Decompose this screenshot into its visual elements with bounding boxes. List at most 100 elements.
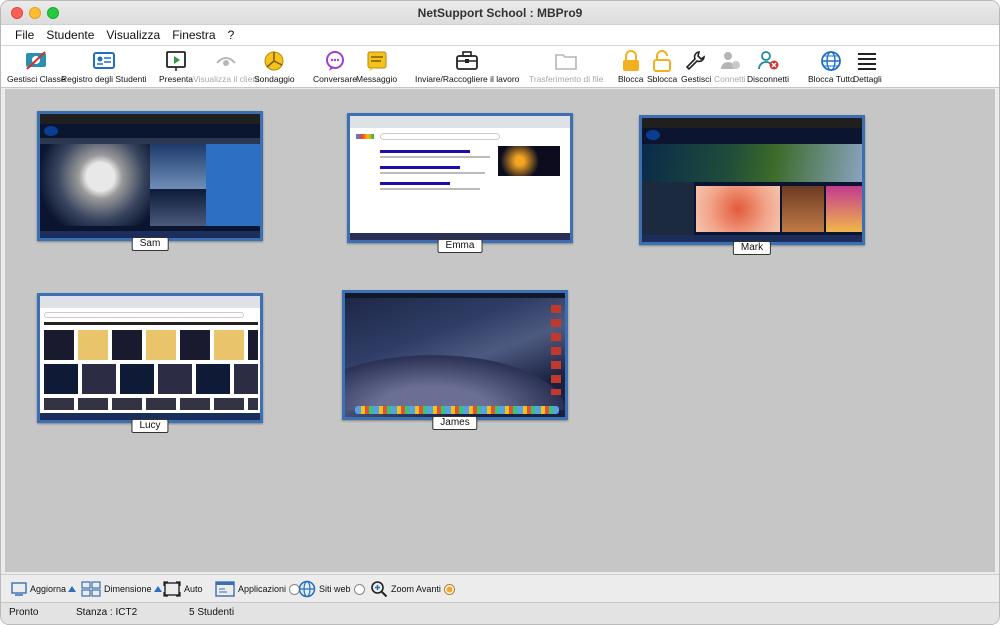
dettagli-button[interactable]: Dettagli [853, 50, 882, 84]
mark-nasa-logo-icon [646, 130, 660, 140]
emma-result-2-text [380, 172, 485, 174]
heatmap-image [696, 186, 780, 232]
visualizza-client-button[interactable]: Visualizza il client [193, 50, 259, 84]
zoom-in-icon [370, 580, 388, 598]
dimensione-label: Dimensione [104, 584, 152, 594]
status-room: Stanza : ICT2 [76, 607, 138, 618]
disconnetti-label: Disconnetti [747, 74, 790, 84]
zoom-avanti-radio[interactable] [443, 583, 455, 595]
sam-screen-preview [40, 114, 260, 238]
emma-result-1 [380, 150, 470, 153]
emma-browser-header [350, 116, 570, 128]
nasa-news-image-1 [150, 144, 206, 189]
survey-pie-icon [262, 50, 286, 72]
auto-fit-icon [163, 581, 181, 597]
blocca-label: Blocca [618, 74, 644, 84]
applicazioni-label: Applicazioni [238, 584, 287, 594]
google-search-box [380, 133, 500, 140]
desktop-icons-column [551, 305, 561, 395]
aggiorna-button[interactable]: Aggiorna [11, 580, 77, 598]
connetti-label: Connetti [714, 74, 746, 84]
student-name-emma: Emma [437, 239, 483, 253]
gestisci-classe-button[interactable]: Gestisci Classe [7, 50, 66, 84]
image-results-row-1 [44, 330, 258, 360]
emma-screen-preview [350, 116, 570, 240]
mac-menubar [345, 293, 565, 298]
siti-web-radio[interactable] [353, 583, 365, 595]
sondaggio-button[interactable]: Sondaggio [254, 50, 295, 84]
message-icon [365, 50, 389, 72]
student-register-icon [92, 50, 116, 72]
applicazioni-button[interactable]: Applicazioni [215, 580, 301, 598]
menu-bar: File Studente Visualizza Finestra ? [1, 25, 999, 46]
student-thumbnail-james[interactable]: James [342, 290, 568, 430]
gestisci-label: Gestisci [681, 74, 712, 84]
blocca-tutto-button[interactable]: Blocca Tutto [808, 50, 855, 84]
aggiorna-label: Aggiorna [30, 584, 67, 594]
registro-studenti-label: Registro degli Studenti [61, 74, 147, 84]
presenta-button[interactable]: Presenta [159, 50, 193, 84]
mark-sidebar [642, 182, 694, 238]
inviare-raccogliere-button[interactable]: Inviare/Raccogliere il lavoro [415, 50, 519, 84]
wrench-icon [684, 50, 708, 72]
menu-file[interactable]: File [15, 28, 34, 42]
dimensione-button[interactable]: Dimensione [81, 580, 162, 598]
disconnetti-button[interactable]: Disconnetti [747, 50, 789, 84]
presenta-label: Presenta [159, 74, 194, 84]
student-thumbnails-area: Sam Emma Mark Lucy James [5, 89, 995, 572]
menu-finestra[interactable]: Finestra [172, 28, 215, 42]
student-thumbnail-sam[interactable]: Sam [37, 111, 263, 251]
nasa-logo-icon [44, 126, 58, 136]
sondaggio-label: Sondaggio [254, 74, 295, 84]
mars-image [782, 186, 824, 232]
status-student-count: 5 Studenti [189, 607, 235, 618]
menu-studente[interactable]: Studente [46, 28, 94, 42]
view-toolbar: Aggiorna Dimensione Auto Applicazioni Si… [1, 574, 999, 602]
nasa-news-image-2 [150, 189, 206, 226]
menu-visualizza[interactable]: Visualizza [106, 28, 160, 42]
unlock-icon [650, 50, 674, 72]
mark-browser-header [642, 118, 862, 128]
inviare-raccogliere-label: Inviare/Raccogliere il lavoro [415, 74, 520, 84]
websites-globe-icon [298, 580, 316, 598]
siti-web-button[interactable]: Siti web [298, 580, 365, 598]
gestisci-classe-label: Gestisci Classe [7, 74, 66, 84]
messaggio-button[interactable]: Messaggio [356, 50, 397, 84]
mark-screen-preview [642, 118, 862, 242]
student-name-sam: Sam [131, 237, 169, 251]
title-bar: NetSupport School : MBPro9 [1, 1, 999, 25]
student-thumbnail-emma[interactable]: Emma [347, 113, 573, 253]
trasferimento-file-button[interactable]: Trasferimento di file [529, 50, 603, 84]
window-title: NetSupport School : MBPro9 [417, 6, 583, 20]
student-name-mark: Mark [732, 241, 772, 255]
view-client-icon [214, 50, 238, 72]
conversare-button[interactable]: Conversare [313, 50, 357, 84]
app-window: NetSupport School : MBPro9 File Studente… [0, 0, 1000, 625]
emma-result-3-text [380, 188, 480, 190]
menu-help[interactable]: ? [228, 28, 235, 42]
student-thumbnail-lucy[interactable]: Lucy [37, 293, 263, 433]
blocca-button[interactable]: Blocca [618, 50, 644, 84]
connect-user-icon [718, 50, 742, 72]
connetti-button[interactable]: Connetti [714, 50, 746, 84]
sblocca-label: Sblocca [647, 74, 678, 84]
aggiorna-arrow-icon [68, 586, 77, 592]
lucy-browser-header [40, 296, 260, 308]
globe-icon [819, 50, 843, 72]
refresh-screen-icon [11, 582, 27, 596]
auto-button[interactable]: Auto [163, 580, 203, 598]
sblocca-button[interactable]: Sblocca [647, 50, 677, 84]
student-thumbnail-mark[interactable]: Mark [639, 115, 865, 255]
emma-result-1-text [380, 156, 490, 158]
status-state: Pronto [9, 607, 39, 618]
nebula-image [826, 186, 862, 232]
manage-class-icon [24, 50, 48, 72]
mac-dock [355, 406, 559, 414]
zoom-avanti-label: Zoom Avanti [391, 584, 441, 594]
registro-studenti-button[interactable]: Registro degli Studenti [61, 50, 147, 84]
zoom-avanti-button[interactable]: Zoom Avanti [370, 580, 455, 598]
present-icon [164, 50, 188, 72]
gestisci-button[interactable]: Gestisci [681, 50, 711, 84]
lock-icon [619, 50, 643, 72]
chat-icon [323, 50, 347, 72]
